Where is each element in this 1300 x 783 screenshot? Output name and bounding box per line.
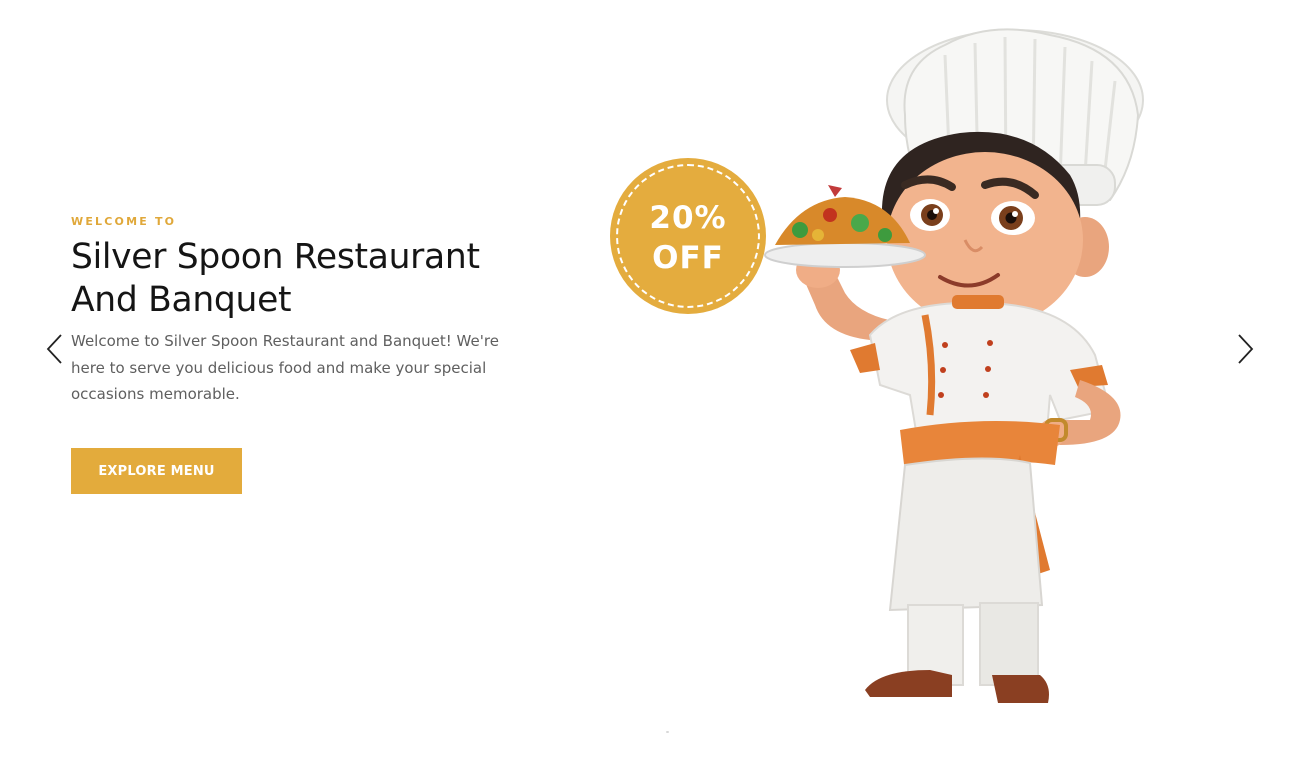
badge-text: 20% OFF [610,198,766,278]
badge-percent: 20% [649,200,727,236]
chef-shoes [865,670,952,697]
carousel-indicator[interactable] [666,731,669,733]
chevron-right-icon [1238,334,1254,364]
chevron-left-icon [46,334,62,364]
badge-off: OFF [652,240,724,276]
hero-title: Silver Spoon Restaurant And Banquet [71,236,511,322]
discount-badge: 20% OFF [610,158,766,314]
carousel-prev-button[interactable] [45,333,65,365]
carousel-next-button[interactable] [1235,333,1255,365]
hero-slider: WELCOME TO Silver Spoon Restaurant And B… [0,0,1300,783]
chef-illustration [764,28,1144,703]
chef-apron [888,457,1044,612]
hero-title-line-1: Silver Spoon Restaurant [71,237,480,277]
hero-eyebrow: WELCOME TO [71,215,177,228]
explore-menu-button[interactable]: EXPLORE MENU [71,448,242,494]
hero-description: Welcome to Silver Spoon Restaurant and B… [71,332,499,403]
hero-title-line-2: And Banquet [71,280,292,320]
hero-text-block: WELCOME TO Silver Spoon Restaurant And B… [71,215,511,408]
